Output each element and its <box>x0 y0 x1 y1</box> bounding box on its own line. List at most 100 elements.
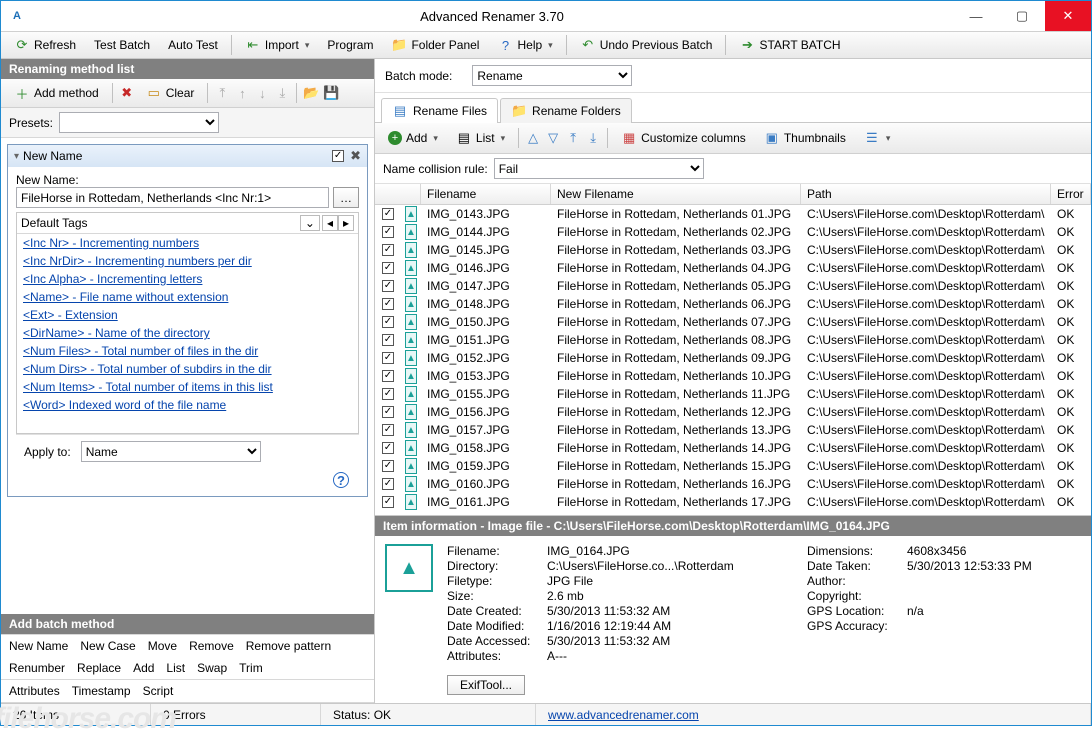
method-close-icon[interactable]: ✖ <box>350 148 361 164</box>
batch-method-link[interactable]: Remove <box>189 639 234 653</box>
thumbnails-button[interactable]: ▣Thumbnails <box>757 127 853 149</box>
batch-mode-select[interactable]: Rename <box>472 65 632 86</box>
tag-link[interactable]: <Inc NrDir> - Incrementing numbers per d… <box>17 252 358 270</box>
table-row[interactable]: ✓ ▲ IMG_0159.JPG FileHorse in Rottedam, … <box>375 457 1091 475</box>
table-row[interactable]: ✓ ▲ IMG_0145.JPG FileHorse in Rottedam, … <box>375 241 1091 259</box>
batch-method-link[interactable]: Remove pattern <box>246 639 331 653</box>
table-row[interactable]: ✓ ▲ IMG_0147.JPG FileHorse in Rottedam, … <box>375 277 1091 295</box>
tag-link[interactable]: <Num Items> - Total number of items in t… <box>17 378 358 396</box>
table-row[interactable]: ✓ ▲ IMG_0151.JPG FileHorse in Rottedam, … <box>375 331 1091 349</box>
clear-button[interactable]: ▭Clear <box>139 82 202 104</box>
import-button[interactable]: ⇤Import▾ <box>238 34 317 56</box>
move-up-icon[interactable]: ↑ <box>234 85 250 101</box>
table-row[interactable]: ✓ ▲ IMG_0155.JPG FileHorse in Rottedam, … <box>375 385 1091 403</box>
row-checkbox[interactable]: ✓ <box>382 406 394 418</box>
start-batch-button[interactable]: ➔START BATCH <box>732 34 847 56</box>
batch-method-link[interactable]: Replace <box>77 661 121 675</box>
customize-columns-button[interactable]: ▦Customize columns <box>614 127 753 149</box>
col-path[interactable]: Path <box>801 184 1051 204</box>
minimize-button[interactable]: — <box>953 1 999 31</box>
move-bottom-icon[interactable]: ⤓ <box>274 85 290 101</box>
row-checkbox[interactable]: ✓ <box>382 442 394 454</box>
batch-method-link[interactable]: Move <box>148 639 177 653</box>
tag-link[interactable]: <Ext> - Extension <box>17 306 358 324</box>
list-button[interactable]: ▤List▾ <box>449 127 512 149</box>
delete-icon[interactable]: ✖ <box>119 85 135 101</box>
program-button[interactable]: Program <box>320 35 380 55</box>
tab-rename-folders[interactable]: 📁Rename Folders <box>500 98 632 123</box>
tag-link[interactable]: <Num Dirs> - Total number of subdirs in … <box>17 360 358 378</box>
tag-link[interactable]: <Name> - File name without extension <box>17 288 358 306</box>
open-icon[interactable]: 📂 <box>303 85 319 101</box>
tags-prev-icon[interactable]: ◂ <box>322 215 338 231</box>
tab-rename-files[interactable]: ▤Rename Files <box>381 98 498 123</box>
table-row[interactable]: ✓ ▲ IMG_0152.JPG FileHorse in Rottedam, … <box>375 349 1091 367</box>
row-checkbox[interactable]: ✓ <box>382 298 394 310</box>
add-method-button[interactable]: ＋Add method <box>7 82 106 104</box>
presets-select[interactable] <box>59 112 219 133</box>
batch-method-link[interactable]: Renumber <box>9 661 65 675</box>
folder-panel-button[interactable]: 📁Folder Panel <box>384 34 486 56</box>
exiftool-button[interactable]: ExifTool... <box>447 675 525 695</box>
batch-method-link[interactable]: List <box>166 661 185 675</box>
help-icon[interactable]: ? <box>333 472 349 488</box>
table-row[interactable]: ✓ ▲ IMG_0156.JPG FileHorse in Rottedam, … <box>375 403 1091 421</box>
save-icon[interactable]: 💾 <box>323 85 339 101</box>
sort-down-icon[interactable]: ▽ <box>545 130 561 146</box>
batch-method-link[interactable]: Trim <box>239 661 263 675</box>
row-checkbox[interactable]: ✓ <box>382 334 394 346</box>
row-checkbox[interactable]: ✓ <box>382 208 394 220</box>
row-checkbox[interactable]: ✓ <box>382 460 394 472</box>
table-row[interactable]: ✓ ▲ IMG_0143.JPG FileHorse in Rottedam, … <box>375 205 1091 223</box>
collision-select[interactable]: Fail <box>494 158 704 179</box>
col-error[interactable]: Error <box>1051 184 1091 204</box>
batch-method-link[interactable]: Swap <box>197 661 227 675</box>
tags-dropdown-icon[interactable]: ⌄ <box>300 215 320 231</box>
row-checkbox[interactable]: ✓ <box>382 424 394 436</box>
row-checkbox[interactable]: ✓ <box>382 478 394 490</box>
tag-link[interactable]: <Inc Alpha> - Incrementing letters <box>17 270 358 288</box>
sort-top-icon[interactable]: ⤒ <box>565 130 581 146</box>
table-row[interactable]: ✓ ▲ IMG_0153.JPG FileHorse in Rottedam, … <box>375 367 1091 385</box>
apply-to-select[interactable]: Name <box>81 441 261 462</box>
row-checkbox[interactable]: ✓ <box>382 370 394 382</box>
batch-method-link[interactable]: Timestamp <box>72 684 131 698</box>
batch-method-link[interactable]: Add <box>133 661 154 675</box>
batch-method-link[interactable]: New Name <box>9 639 68 653</box>
row-checkbox[interactable]: ✓ <box>382 496 394 508</box>
new-name-input[interactable] <box>16 187 329 208</box>
batch-method-link[interactable]: Attributes <box>9 684 60 698</box>
undo-button[interactable]: ↶Undo Previous Batch <box>573 34 720 56</box>
batch-method-link[interactable]: Script <box>143 684 174 698</box>
batch-method-link[interactable]: New Case <box>80 639 135 653</box>
row-checkbox[interactable]: ✓ <box>382 262 394 274</box>
col-new-filename[interactable]: New Filename <box>551 184 801 204</box>
view-mode-button[interactable]: ☰▾ <box>857 127 898 149</box>
row-checkbox[interactable]: ✓ <box>382 244 394 256</box>
method-enabled-checkbox[interactable]: ✓ <box>332 150 344 162</box>
row-checkbox[interactable]: ✓ <box>382 280 394 292</box>
help-button[interactable]: ?Help▾ <box>490 34 559 56</box>
browse-button[interactable]: … <box>333 187 359 208</box>
move-top-icon[interactable]: ⤒ <box>214 85 230 101</box>
tag-link[interactable]: <Word> Indexed word of the file name <box>17 396 358 414</box>
row-checkbox[interactable]: ✓ <box>382 388 394 400</box>
table-row[interactable]: ✓ ▲ IMG_0146.JPG FileHorse in Rottedam, … <box>375 259 1091 277</box>
tags-next-icon[interactable]: ▸ <box>338 215 354 231</box>
tag-link[interactable]: <DirName> - Name of the directory <box>17 324 358 342</box>
test-batch-button[interactable]: Test Batch <box>87 35 157 55</box>
table-row[interactable]: ✓ ▲ IMG_0144.JPG FileHorse in Rottedam, … <box>375 223 1091 241</box>
table-row[interactable]: ✓ ▲ IMG_0150.JPG FileHorse in Rottedam, … <box>375 313 1091 331</box>
row-checkbox[interactable]: ✓ <box>382 226 394 238</box>
maximize-button[interactable]: ▢ <box>999 1 1045 31</box>
add-button[interactable]: +Add▾ <box>381 128 445 148</box>
table-row[interactable]: ✓ ▲ IMG_0148.JPG FileHorse in Rottedam, … <box>375 295 1091 313</box>
table-row[interactable]: ✓ ▲ IMG_0157.JPG FileHorse in Rottedam, … <box>375 421 1091 439</box>
sort-up-icon[interactable]: △ <box>525 130 541 146</box>
collapse-icon[interactable]: ▾ <box>14 151 19 162</box>
move-down-icon[interactable]: ↓ <box>254 85 270 101</box>
auto-test-button[interactable]: Auto Test <box>161 35 225 55</box>
tag-link[interactable]: <Num Files> - Total number of files in t… <box>17 342 358 360</box>
table-row[interactable]: ✓ ▲ IMG_0158.JPG FileHorse in Rottedam, … <box>375 439 1091 457</box>
refresh-button[interactable]: ⟳Refresh <box>7 34 83 56</box>
